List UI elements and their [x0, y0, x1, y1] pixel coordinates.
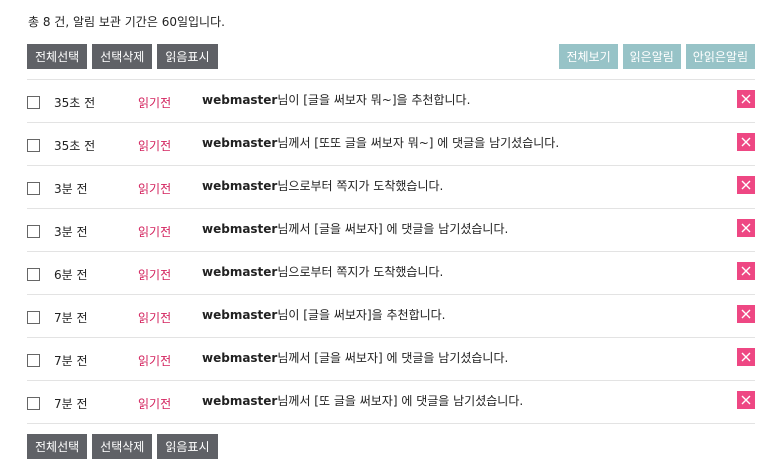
notification-row: 35초 전 읽기전 webmaster님께서 [또또 글을 써보자 뭐~] 에 …	[27, 123, 755, 166]
delete-icon[interactable]	[737, 90, 755, 108]
row-checkbox[interactable]	[27, 139, 40, 152]
row-checkbox[interactable]	[27, 182, 40, 195]
notification-time: 35초 전	[54, 96, 96, 110]
read-status: 읽기전	[138, 182, 172, 196]
read-status: 읽기전	[138, 225, 172, 239]
row-checkbox[interactable]	[27, 311, 40, 324]
notification-text: 님께서 [글을 써보자] 에 댓글을 남기셨습니다.	[277, 222, 509, 236]
select-all-button[interactable]: 전체선택	[27, 434, 88, 459]
top-action-bar: 전체선택 선택삭제 읽음표시	[27, 44, 218, 69]
notification-message[interactable]: webmaster님께서 [글을 써보자] 에 댓글을 남기셨습니다.	[202, 349, 508, 366]
notification-time: 35초 전	[54, 139, 96, 153]
notification-text: 님께서 [또또 글을 써보자 뭐~] 에 댓글을 남기셨습니다.	[277, 136, 560, 150]
notification-message[interactable]: webmaster님으로부터 쪽지가 도착했습니다.	[202, 177, 443, 194]
read-status: 읽기전	[138, 397, 172, 411]
sender-name: webmaster	[202, 351, 278, 365]
notification-time: 7분 전	[54, 311, 88, 325]
bottom-action-bar: 전체선택 선택삭제 읽음표시	[27, 434, 218, 459]
select-all-button[interactable]: 전체선택	[27, 44, 88, 69]
notification-text: 님으로부터 쪽지가 도착했습니다.	[277, 265, 444, 279]
notification-message[interactable]: webmaster님으로부터 쪽지가 도착했습니다.	[202, 263, 443, 280]
read-status: 읽기전	[138, 268, 172, 282]
notification-row: 7분 전 읽기전 webmaster님께서 [글을 써보자] 에 댓글을 남기셨…	[27, 338, 755, 381]
notification-text: 님께서 [글을 써보자] 에 댓글을 남기셨습니다.	[277, 351, 509, 365]
delete-icon[interactable]	[737, 133, 755, 151]
mark-read-button[interactable]: 읽음표시	[157, 44, 218, 69]
filter-all-button[interactable]: 전체보기	[559, 44, 618, 69]
notification-row: 3분 전 읽기전 webmaster님으로부터 쪽지가 도착했습니다.	[27, 166, 755, 209]
row-checkbox[interactable]	[27, 354, 40, 367]
sender-name: webmaster	[202, 179, 278, 193]
sender-name: webmaster	[202, 136, 278, 150]
row-checkbox[interactable]	[27, 397, 40, 410]
delete-icon[interactable]	[737, 262, 755, 280]
read-status: 읽기전	[138, 311, 172, 325]
filter-read-button[interactable]: 읽은알림	[622, 44, 681, 69]
notification-message[interactable]: webmaster님께서 [또또 글을 써보자 뭐~] 에 댓글을 남기셨습니다…	[202, 134, 559, 151]
delete-icon[interactable]	[737, 391, 755, 409]
row-checkbox[interactable]	[27, 268, 40, 281]
notification-time: 7분 전	[54, 397, 88, 411]
delete-selected-button[interactable]: 선택삭제	[92, 44, 153, 69]
sender-name: webmaster	[202, 93, 278, 107]
delete-selected-button[interactable]: 선택삭제	[92, 434, 153, 459]
notification-row: 7분 전 읽기전 webmaster님이 [글을 써보자]을 추천합니다.	[27, 295, 755, 338]
delete-icon[interactable]	[737, 219, 755, 237]
sender-name: webmaster	[202, 222, 278, 236]
notification-text: 님이 [글을 써보자]을 추천합니다.	[277, 308, 446, 322]
row-checkbox[interactable]	[27, 225, 40, 238]
read-status: 읽기전	[138, 354, 172, 368]
notification-row: 7분 전 읽기전 webmaster님께서 [또 글을 써보자] 에 댓글을 남…	[27, 381, 755, 424]
notification-time: 7분 전	[54, 354, 88, 368]
notification-text: 님께서 [또 글을 써보자] 에 댓글을 남기셨습니다.	[277, 394, 524, 408]
mark-read-button[interactable]: 읽음표시	[157, 434, 218, 459]
read-status: 읽기전	[138, 96, 172, 110]
notification-time: 3분 전	[54, 225, 88, 239]
notification-time: 3분 전	[54, 182, 88, 196]
notification-list: 35초 전 읽기전 webmaster님이 [글을 써보자 뭐~]을 추천합니다…	[27, 79, 755, 424]
notification-message[interactable]: webmaster님께서 [글을 써보자] 에 댓글을 남기셨습니다.	[202, 220, 508, 237]
sender-name: webmaster	[202, 394, 278, 408]
sender-name: webmaster	[202, 308, 278, 322]
delete-icon[interactable]	[737, 348, 755, 366]
filter-unread-button[interactable]: 안읽은알림	[685, 44, 755, 69]
notification-message[interactable]: webmaster님이 [글을 써보자 뭐~]을 추천합니다.	[202, 91, 470, 108]
notification-text: 님으로부터 쪽지가 도착했습니다.	[277, 179, 444, 193]
delete-icon[interactable]	[737, 176, 755, 194]
notification-row: 35초 전 읽기전 webmaster님이 [글을 써보자 뭐~]을 추천합니다…	[27, 80, 755, 123]
notification-row: 6분 전 읽기전 webmaster님으로부터 쪽지가 도착했습니다.	[27, 252, 755, 295]
filter-bar: 전체보기 읽은알림 안읽은알림	[559, 44, 755, 69]
notification-message[interactable]: webmaster님이 [글을 써보자]을 추천합니다.	[202, 306, 446, 323]
notification-message[interactable]: webmaster님께서 [또 글을 써보자] 에 댓글을 남기셨습니다.	[202, 392, 523, 409]
row-checkbox[interactable]	[27, 96, 40, 109]
sender-name: webmaster	[202, 265, 278, 279]
notification-row: 3분 전 읽기전 webmaster님께서 [글을 써보자] 에 댓글을 남기셨…	[27, 209, 755, 252]
notification-summary: 총 8 건, 알림 보관 기간은 60일입니다.	[28, 15, 225, 29]
delete-icon[interactable]	[737, 305, 755, 323]
notification-text: 님이 [글을 써보자 뭐~]을 추천합니다.	[277, 93, 471, 107]
read-status: 읽기전	[138, 139, 172, 153]
notification-time: 6분 전	[54, 268, 88, 282]
